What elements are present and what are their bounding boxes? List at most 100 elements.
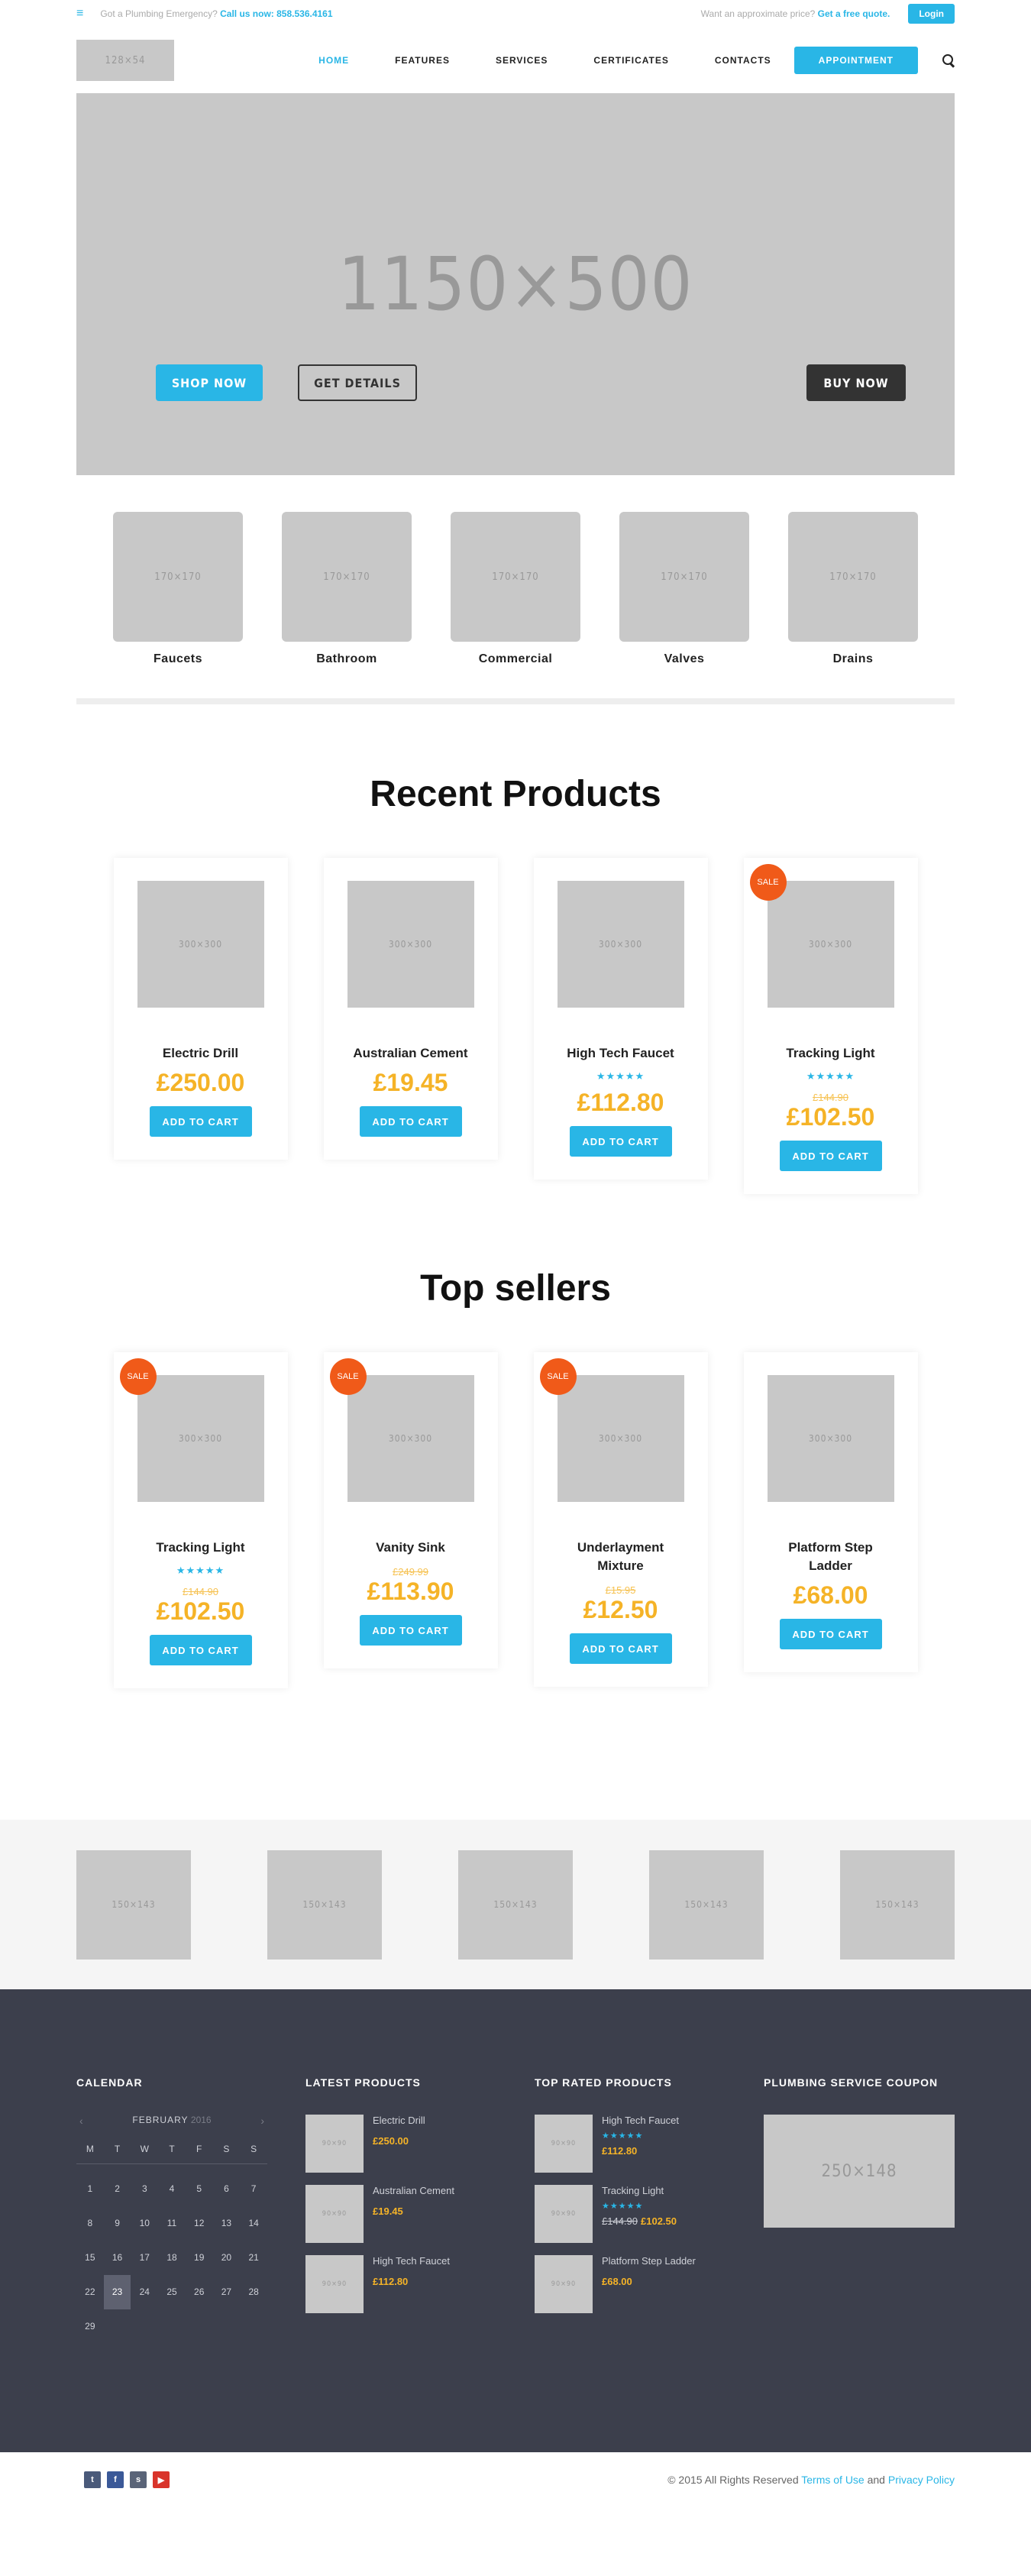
brand-logo[interactable]: 150×143 — [267, 1849, 382, 1960]
category-commercial[interactable]: 170×170 Commercial — [451, 512, 580, 704]
calendar-day[interactable]: 13 — [213, 2206, 241, 2241]
product-image[interactable]: 300×300 — [347, 1375, 474, 1502]
thumb-image[interactable]: 90×90 — [535, 2185, 593, 2243]
calendar-day[interactable]: 8 — [76, 2206, 104, 2241]
category-drains[interactable]: 170×170 Drains — [788, 512, 918, 704]
category-name[interactable]: Commercial — [451, 652, 580, 666]
calendar-day[interactable]: 7 — [240, 2172, 267, 2206]
buy-now-button[interactable]: BUY NOW — [806, 364, 906, 401]
next-month-icon[interactable]: › — [260, 2115, 264, 2127]
calendar-day[interactable]: 26 — [186, 2275, 213, 2309]
item-name[interactable]: Australian Cement — [373, 2185, 454, 2196]
phone-link[interactable]: 858.536.4161 — [276, 8, 332, 19]
product-name[interactable]: High Tech Faucet — [534, 1044, 708, 1063]
product-name[interactable]: Australian Cement — [324, 1044, 498, 1063]
add-to-cart-button[interactable]: ADD TO CART — [779, 1141, 882, 1171]
menu-icon[interactable]: ≡ — [76, 7, 83, 21]
prev-month-icon[interactable]: ‹ — [79, 2115, 83, 2127]
category-bathroom[interactable]: 170×170 Bathroom — [282, 512, 412, 704]
logo[interactable]: 128×54 — [76, 40, 174, 81]
free-quote-link[interactable]: Get a free quote. — [818, 8, 890, 19]
calendar-day[interactable]: 28 — [240, 2275, 267, 2309]
item-name[interactable]: High Tech Faucet — [602, 2115, 679, 2126]
product-image[interactable]: 300×300 — [557, 881, 684, 1008]
login-button[interactable]: Login — [908, 4, 955, 24]
category-name[interactable]: Bathroom — [282, 652, 412, 666]
terms-link[interactable]: Terms of Use — [801, 2474, 864, 2486]
calendar-day[interactable]: 29 — [76, 2309, 104, 2344]
calendar-day[interactable]: 16 — [104, 2241, 131, 2275]
product-image[interactable]: 300×300 — [347, 881, 474, 1008]
list-item[interactable]: 90×90 Australian Cement £19.45 — [305, 2185, 496, 2243]
nav-features[interactable]: FEATURES — [372, 55, 473, 66]
add-to-cart-button[interactable]: ADD TO CART — [359, 1106, 462, 1137]
add-to-cart-button[interactable]: ADD TO CART — [149, 1635, 252, 1665]
category-faucets[interactable]: 170×170 Faucets — [113, 512, 243, 704]
category-image[interactable]: 170×170 — [619, 512, 749, 642]
list-item[interactable]: 90×90 Electric Drill £250.00 — [305, 2115, 496, 2173]
calendar-day[interactable]: 5 — [186, 2172, 213, 2206]
youtube-icon[interactable]: ▶ — [153, 2471, 170, 2488]
brand-logo[interactable]: 150×143 — [649, 1849, 764, 1960]
calendar-day-today[interactable]: 23 — [103, 2275, 131, 2309]
calendar-day[interactable]: 12 — [186, 2206, 213, 2241]
list-item[interactable]: 90×90 Tracking Light ★★★★★ £144.90 £102.50 — [535, 2185, 726, 2243]
product-name[interactable]: Electric Drill — [114, 1044, 288, 1063]
calendar-day[interactable]: 25 — [158, 2275, 186, 2309]
product-name[interactable]: Vanity Sink — [324, 1539, 498, 1557]
skype-icon[interactable]: s — [130, 2471, 147, 2488]
privacy-link[interactable]: Privacy Policy — [888, 2474, 955, 2486]
list-item[interactable]: 90×90 Platform Step Ladder £68.00 — [535, 2255, 726, 2313]
calendar-day[interactable]: 27 — [213, 2275, 241, 2309]
calendar-day[interactable]: 22 — [76, 2275, 104, 2309]
add-to-cart-button[interactable]: ADD TO CART — [569, 1126, 672, 1157]
calendar-day[interactable]: 18 — [158, 2241, 186, 2275]
calendar-day[interactable]: 3 — [131, 2172, 158, 2206]
calendar-day[interactable]: 24 — [131, 2275, 158, 2309]
calendar-day[interactable]: 21 — [240, 2241, 267, 2275]
product-name[interactable]: Underlayment Mixture — [534, 1539, 708, 1575]
calendar-day[interactable]: 15 — [76, 2241, 104, 2275]
calendar-day[interactable]: 11 — [158, 2206, 186, 2241]
calendar-day[interactable]: 17 — [131, 2241, 158, 2275]
item-name[interactable]: Electric Drill — [373, 2115, 425, 2126]
product-name[interactable]: Tracking Light — [114, 1539, 288, 1557]
calendar-day[interactable]: 20 — [213, 2241, 241, 2275]
product-image[interactable]: 300×300 — [137, 1375, 264, 1502]
nav-contacts[interactable]: CONTACTS — [692, 55, 794, 66]
product-name[interactable]: Tracking Light — [744, 1044, 918, 1063]
get-details-button[interactable]: GET DETAILS — [298, 364, 417, 401]
category-image[interactable]: 170×170 — [113, 512, 243, 642]
list-item[interactable]: 90×90 High Tech Faucet £112.80 — [305, 2255, 496, 2313]
category-name[interactable]: Valves — [619, 652, 749, 666]
add-to-cart-button[interactable]: ADD TO CART — [569, 1633, 672, 1664]
brand-logo[interactable]: 150×143 — [458, 1849, 573, 1960]
shop-now-button[interactable]: SHOP NOW — [156, 364, 263, 401]
tumblr-icon[interactable]: t — [84, 2471, 101, 2488]
nav-certificates[interactable]: CERTIFICATES — [570, 55, 691, 66]
calendar-day[interactable]: 9 — [104, 2206, 131, 2241]
add-to-cart-button[interactable]: ADD TO CART — [149, 1106, 252, 1137]
coupon-image[interactable]: 250×148 — [764, 2115, 955, 2228]
brand-logo[interactable]: 150×143 — [840, 1849, 955, 1960]
nav-services[interactable]: SERVICES — [473, 55, 570, 66]
add-to-cart-button[interactable]: ADD TO CART — [779, 1619, 882, 1649]
calendar-day[interactable]: 14 — [240, 2206, 267, 2241]
product-image[interactable]: 300×300 — [137, 881, 264, 1008]
brand-logo[interactable]: 150×143 — [76, 1849, 191, 1960]
thumb-image[interactable]: 90×90 — [305, 2255, 364, 2313]
list-item[interactable]: 90×90 High Tech Faucet ★★★★★ £112.80 — [535, 2115, 726, 2173]
thumb-image[interactable]: 90×90 — [305, 2115, 364, 2173]
category-valves[interactable]: 170×170 Valves — [619, 512, 749, 704]
product-image[interactable]: 300×300 — [767, 881, 894, 1008]
search-icon[interactable] — [942, 54, 955, 66]
product-name[interactable]: Platform Step Ladder — [744, 1539, 918, 1575]
calendar-day[interactable]: 1 — [76, 2172, 104, 2206]
category-image[interactable]: 170×170 — [788, 512, 918, 642]
item-name[interactable]: High Tech Faucet — [373, 2255, 450, 2267]
category-name[interactable]: Drains — [788, 652, 918, 666]
category-image[interactable]: 170×170 — [451, 512, 580, 642]
calendar-day[interactable]: 2 — [104, 2172, 131, 2206]
category-name[interactable]: Faucets — [113, 652, 243, 666]
category-image[interactable]: 170×170 — [282, 512, 412, 642]
